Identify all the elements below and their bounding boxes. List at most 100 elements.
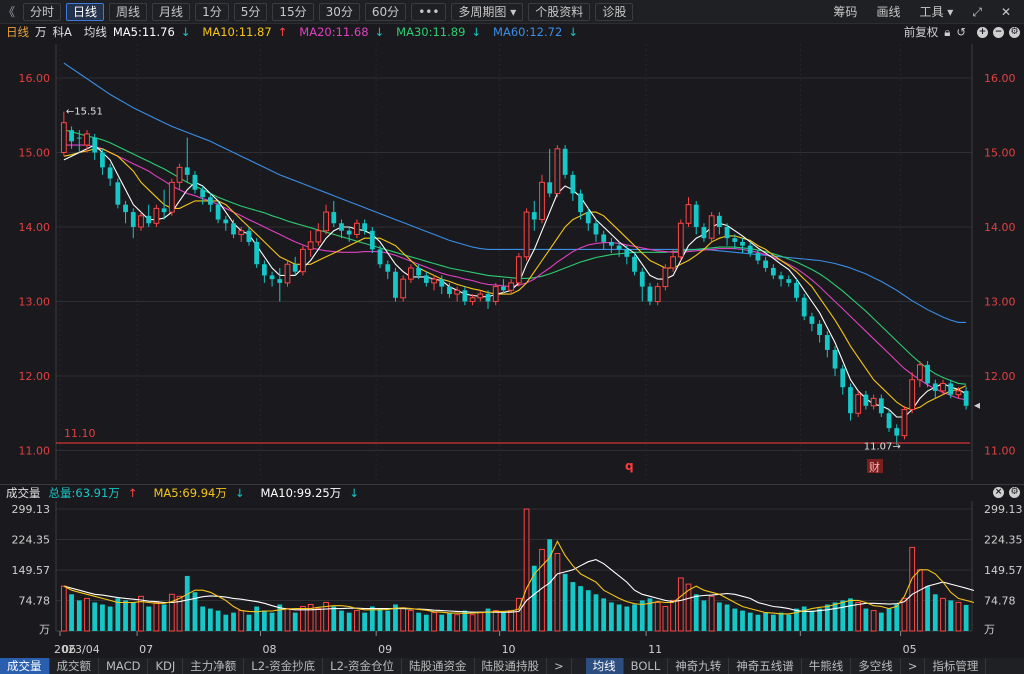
q-marker[interactable]: q	[625, 459, 634, 473]
multi-period-label: 多周期图	[458, 4, 507, 19]
candle-body	[932, 383, 938, 391]
volume-bar	[593, 594, 599, 631]
volume-bar	[855, 601, 862, 632]
tab-period-4[interactable]: 1分	[195, 2, 229, 21]
volume-bar	[284, 608, 291, 632]
candle-body	[685, 204, 692, 224]
diagnose-button[interactable]: 诊股	[595, 2, 634, 21]
candle-body	[138, 215, 144, 228]
candle-body	[123, 204, 128, 213]
volume-bar	[901, 597, 908, 632]
candle-body	[832, 349, 838, 369]
arrow-down-icon: ↓	[374, 25, 385, 39]
candle-body	[323, 211, 329, 232]
candle-body	[593, 223, 599, 235]
tab-period-1[interactable]: 日线	[66, 2, 105, 21]
volume-chart[interactable]: 299.13 299.13 224.35 224.35 149.57 149.57 74.7…	[0, 501, 1024, 658]
volume-bar	[385, 610, 391, 631]
tab-period-3[interactable]: 月线	[152, 2, 191, 21]
price-label-right: 15.00	[984, 147, 1016, 160]
candle-body	[269, 275, 275, 280]
arrow-down-icon: ↓	[180, 25, 191, 39]
indicator-tab-13[interactable]: 神奇五线谱	[729, 658, 802, 674]
candle-body	[393, 271, 398, 298]
ma20-value: MA20:11.68	[299, 25, 369, 39]
indicator-tab-0[interactable]: 成交量	[0, 658, 50, 674]
indicator-tab-6[interactable]: L2-资金仓位	[323, 658, 403, 674]
volume-bar	[123, 600, 128, 631]
volume-bar	[261, 610, 267, 631]
draw-line-button[interactable]: 画线	[869, 3, 907, 21]
volume-label-right: 224.35	[984, 533, 1023, 546]
restore-mode-select[interactable]: 前复权	[904, 24, 939, 40]
indicator-tab-3[interactable]: KDJ	[148, 658, 184, 674]
candle-body	[515, 256, 522, 284]
candle-body	[192, 174, 198, 190]
indicator-tab-8[interactable]: 陆股通持股	[475, 658, 548, 674]
zoom-in-icon[interactable]: +	[977, 26, 988, 38]
tab-period-8[interactable]: 60分	[364, 2, 407, 21]
volume-bar	[940, 597, 946, 632]
volume-title: 成交量	[6, 486, 41, 500]
indicator-tab-14[interactable]: 牛熊线	[802, 658, 852, 674]
volume-bar	[84, 597, 90, 632]
volume-bar	[100, 604, 105, 631]
chart-background	[0, 40, 1024, 484]
legend-ma10: MA10:11.87 ↑	[202, 25, 293, 39]
indicator-tab-7[interactable]: 陆股通资金	[402, 658, 475, 674]
candle-body	[616, 245, 622, 250]
indicator-tab-12[interactable]: 神奇九转	[668, 658, 730, 674]
candle-body	[284, 263, 291, 284]
chips-button[interactable]: 筹码	[826, 3, 864, 21]
indicator-tab-15[interactable]: 多空线	[851, 658, 901, 674]
price-label-left: 12.00	[19, 370, 51, 383]
finance-marker[interactable]: 财	[869, 460, 880, 474]
tab-period-6[interactable]: 15分	[272, 2, 314, 21]
indicator-tab-4[interactable]: 主力净额	[183, 658, 245, 674]
volume-bar	[740, 610, 745, 631]
volume-bar	[701, 600, 707, 631]
tools-button[interactable]: 工具 ▾	[912, 3, 960, 21]
undo-icon[interactable]: ↺	[956, 25, 966, 39]
tab-period-0[interactable]: 分时	[23, 2, 62, 21]
arrow-down-icon: ↓	[471, 25, 482, 39]
lock-icon[interactable]: 🔒︎	[944, 25, 950, 40]
legend-unit: 万	[35, 25, 47, 39]
volume-bar	[840, 600, 846, 631]
indicator-tab-11[interactable]: BOLL	[624, 658, 669, 674]
indicator-tab-9[interactable]: >	[547, 658, 572, 674]
tab-period-7[interactable]: 30分	[318, 2, 360, 21]
fullscreen-icon[interactable]: ⤢	[965, 3, 989, 21]
indicator-tab-10[interactable]: 均线	[585, 658, 624, 674]
indicator-tab-5[interactable]: L2-资金抄底	[244, 658, 324, 674]
indicator-tab-17[interactable]: 指标管理	[925, 658, 987, 674]
settings-icon[interactable]: ⚙	[1009, 487, 1020, 498]
volume-ma5: MA5:69.94万 ↓	[153, 485, 252, 501]
tab-period-5[interactable]: 5分	[233, 2, 268, 21]
chevron-down-icon: ▾	[510, 4, 517, 19]
stock-profile-button[interactable]: 个股资料	[528, 2, 591, 21]
volume-bar	[732, 608, 738, 631]
candle-body	[339, 223, 344, 231]
settings-icon[interactable]: ⚙	[1009, 26, 1020, 38]
tab-period-2[interactable]: 周线	[109, 2, 148, 21]
candle-body	[732, 238, 738, 242]
volume-bar	[955, 601, 962, 632]
indicator-tab-2[interactable]: MACD	[99, 658, 149, 674]
volume-bar	[870, 610, 877, 632]
tab-period-9[interactable]: •••	[411, 2, 447, 21]
collapse-left-icon[interactable]: 《	[0, 3, 18, 20]
multi-period-button[interactable]: 多周期图 ▾	[451, 2, 524, 21]
ma10-value: MA10:11.87	[202, 25, 272, 39]
candle-body	[570, 174, 576, 194]
volume-bar	[60, 585, 67, 632]
volume-bar	[315, 608, 322, 632]
close-panel-icon[interactable]: ×	[993, 487, 1004, 498]
indicator-tab-16[interactable]: >	[901, 658, 926, 674]
volume-bar	[894, 604, 900, 631]
indicator-tab-1[interactable]: 成交额	[50, 658, 99, 674]
zoom-out-icon[interactable]: −	[993, 26, 1004, 38]
volume-bar	[207, 608, 213, 631]
close-chart-icon[interactable]: ✕	[994, 3, 1018, 21]
kline-chart[interactable]: 16.00 16.00 15.00 15.00 14.00 14.00 13.00 13.00…	[0, 40, 1024, 484]
